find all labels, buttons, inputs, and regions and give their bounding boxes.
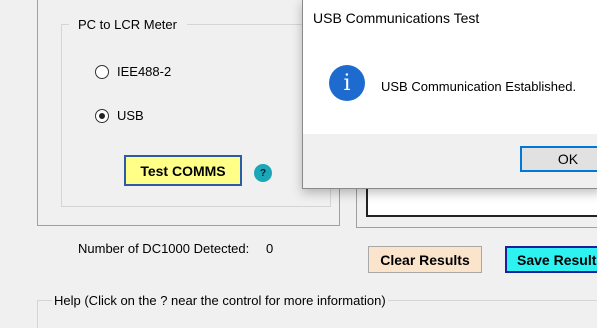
radio-circle[interactable] (95, 64, 109, 79)
radio-circle-selected[interactable] (95, 108, 109, 123)
help-question-icon[interactable]: ? (254, 164, 272, 182)
radio-usb[interactable]: USB (95, 108, 144, 123)
save-results-button[interactable]: Save Results (505, 246, 597, 273)
message-dialog: USB Communications Test i USB Communicat… (302, 0, 597, 189)
clear-results-button[interactable]: Clear Results (368, 246, 482, 273)
info-icon: i (329, 65, 365, 101)
radio-label-usb: USB (117, 108, 144, 123)
radio-iee488[interactable]: IEE488-2 (95, 64, 171, 79)
dialog-title: USB Communications Test (313, 10, 480, 26)
detected-count-value: 0 (266, 241, 274, 256)
radio-label-iee488: IEE488-2 (117, 64, 172, 79)
dialog-body: i USB Communication Established. (303, 37, 597, 134)
dialog-message: USB Communication Established. (381, 79, 577, 94)
help-group-title: Help (Click on the ? near the control fo… (52, 293, 388, 308)
ok-button[interactable]: OK (520, 146, 597, 172)
groupbox-border (61, 24, 69, 25)
detected-count-label: Number of DC1000 Detected: (78, 241, 250, 256)
dialog-titlebar[interactable]: USB Communications Test (303, 0, 597, 37)
test-comms-button[interactable]: Test COMMS (124, 155, 242, 186)
connection-group-title: PC to LCR Meter (76, 17, 179, 32)
